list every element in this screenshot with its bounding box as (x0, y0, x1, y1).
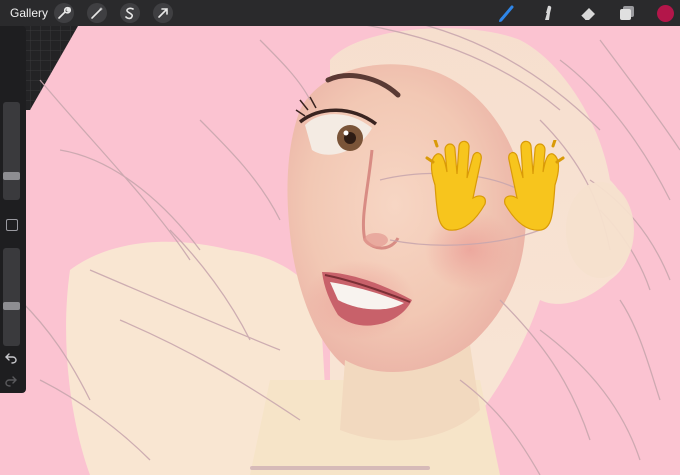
brush-size-slider[interactable] (3, 102, 20, 200)
top-toolbar: Gallery (0, 0, 680, 26)
drawing-canvas[interactable] (0, 0, 680, 475)
magic-wand-icon[interactable] (87, 3, 107, 23)
eraser-icon[interactable] (578, 3, 598, 23)
selection-icon[interactable] (120, 3, 140, 23)
procreate-app: Gallery (0, 0, 680, 475)
wrench-icon[interactable] (54, 3, 74, 23)
brush-size-thumb[interactable] (3, 172, 20, 181)
redo-icon[interactable] (5, 375, 17, 387)
opacity-thumb[interactable] (3, 302, 20, 310)
brush-icon[interactable] (497, 3, 517, 23)
undo-icon[interactable] (5, 352, 17, 364)
layers-icon[interactable] (617, 3, 637, 23)
home-indicator (250, 466, 430, 470)
raising-hands-emoji (425, 140, 565, 231)
opacity-slider[interactable] (3, 248, 20, 346)
color-swatch-button[interactable] (657, 5, 674, 22)
gallery-button[interactable]: Gallery (10, 6, 48, 20)
transform-arrow-icon[interactable] (153, 3, 173, 23)
smudge-icon[interactable] (538, 3, 558, 23)
modify-square-button[interactable] (6, 219, 18, 231)
